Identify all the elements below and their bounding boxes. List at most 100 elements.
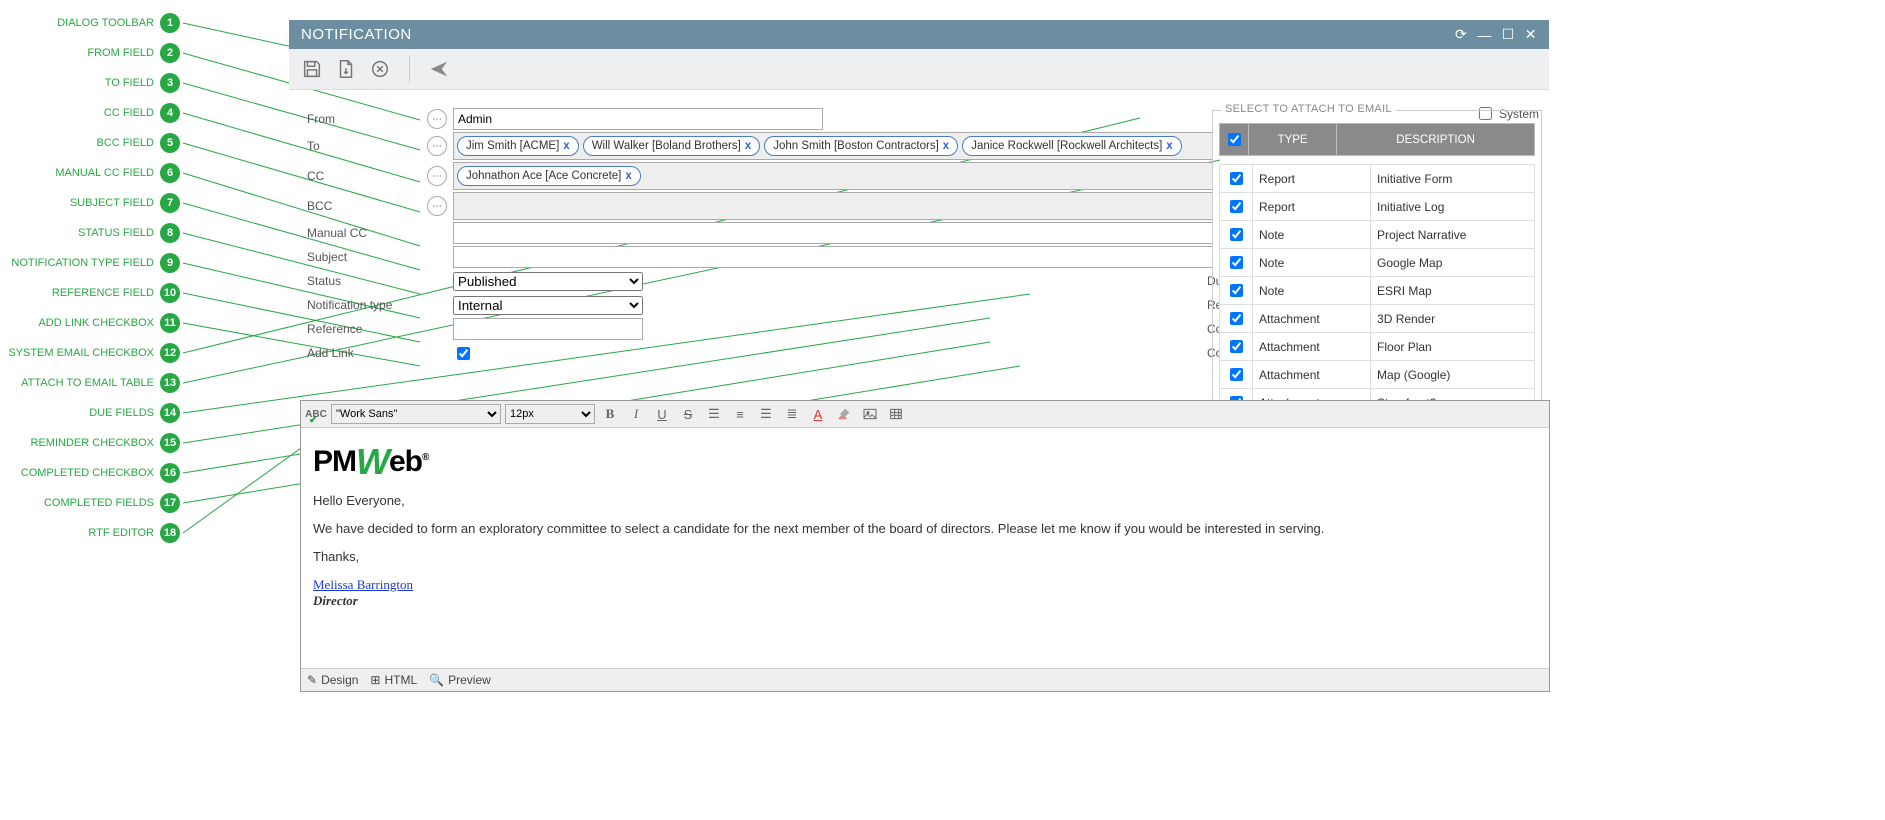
attach-row-checkbox[interactable] bbox=[1230, 340, 1243, 353]
attach-row-checkbox[interactable] bbox=[1230, 312, 1243, 325]
font-color-button[interactable]: A bbox=[807, 404, 829, 424]
align-center-button[interactable]: ≡ bbox=[729, 404, 751, 424]
table-button[interactable] bbox=[885, 404, 907, 424]
callout-badge: 1 bbox=[160, 13, 180, 33]
to-picker-button[interactable]: ⋯ bbox=[427, 136, 447, 156]
bcc-chip-well[interactable] bbox=[453, 192, 1213, 220]
attach-row-checkbox[interactable] bbox=[1230, 284, 1243, 297]
attach-row-checkbox[interactable] bbox=[1230, 172, 1243, 185]
recipient-chip[interactable]: Johnathon Ace [Ace Concrete] x bbox=[457, 166, 641, 186]
callout-2: FROM FIELD2 bbox=[0, 42, 180, 64]
attach-row[interactable]: AttachmentFloor Plan bbox=[1220, 333, 1535, 361]
cancel-button[interactable] bbox=[367, 56, 393, 82]
attach-row[interactable]: NoteProject Narrative bbox=[1220, 221, 1535, 249]
tab-design[interactable]: ✎ Design bbox=[307, 673, 358, 687]
editor-content[interactable]: PMWeb® Hello Everyone, We have decided t… bbox=[301, 428, 1549, 668]
subject-input[interactable] bbox=[453, 246, 1213, 268]
save-button[interactable] bbox=[299, 56, 325, 82]
chip-remove-icon[interactable]: x bbox=[1166, 140, 1172, 152]
attach-row[interactable]: Attachment3D Render bbox=[1220, 305, 1535, 333]
reference-input[interactable] bbox=[453, 318, 643, 340]
cc-picker-button[interactable]: ⋯ bbox=[427, 166, 447, 186]
font-select[interactable]: "Work Sans" bbox=[331, 404, 501, 424]
dialog-toolbar bbox=[289, 49, 1549, 90]
notiftype-select[interactable]: Internal bbox=[453, 296, 643, 315]
bold-button[interactable]: B bbox=[599, 404, 621, 424]
to-chip-well[interactable]: Jim Smith [ACME] xWill Walker [Boland Br… bbox=[453, 132, 1213, 160]
tab-html[interactable]: ⊞ HTML bbox=[370, 673, 417, 687]
tab-preview[interactable]: 🔍 Preview bbox=[429, 673, 491, 687]
strike-button[interactable]: S bbox=[677, 404, 699, 424]
maximize-icon[interactable]: ☐ bbox=[1502, 26, 1515, 43]
spellcheck-button[interactable]: ABC✔ bbox=[305, 404, 327, 424]
chip-remove-icon[interactable]: x bbox=[563, 140, 569, 152]
callout-badge: 13 bbox=[160, 373, 180, 393]
align-left-button[interactable]: ☰ bbox=[703, 404, 725, 424]
attach-row[interactable]: ReportInitiative Form bbox=[1220, 165, 1535, 193]
callout-badge: 14 bbox=[160, 403, 180, 423]
image-button[interactable] bbox=[859, 404, 881, 424]
callout-badge: 7 bbox=[160, 193, 180, 213]
addlink-label: Add Link bbox=[299, 342, 427, 364]
attach-row-desc: Google Map bbox=[1371, 249, 1535, 277]
callout-label: STATUS FIELD bbox=[0, 227, 160, 239]
align-right-button[interactable]: ☰ bbox=[755, 404, 777, 424]
fontsize-select[interactable]: 12px bbox=[505, 404, 595, 424]
recipient-chip[interactable]: Will Walker [Boland Brothers] x bbox=[583, 136, 761, 156]
callout-badge: 6 bbox=[160, 163, 180, 183]
export-button[interactable] bbox=[333, 56, 359, 82]
callout-badge: 8 bbox=[160, 223, 180, 243]
align-justify-button[interactable]: ≣ bbox=[781, 404, 803, 424]
italic-button[interactable]: I bbox=[625, 404, 647, 424]
attach-header-type: TYPE bbox=[1249, 124, 1337, 156]
attach-header-desc: DESCRIPTION bbox=[1337, 124, 1535, 156]
editor-toolbar: ABC✔ "Work Sans" 12px B I U S ☰ ≡ ☰ ≣ A bbox=[301, 401, 1549, 428]
attach-row-type: Report bbox=[1253, 165, 1371, 193]
from-picker-button[interactable]: ⋯ bbox=[427, 109, 447, 129]
status-label: Status bbox=[299, 270, 427, 292]
callout-13: ATTACH TO EMAIL TABLE13 bbox=[0, 372, 180, 394]
manualcc-input[interactable] bbox=[453, 222, 1213, 244]
send-button[interactable] bbox=[426, 56, 452, 82]
to-label: To bbox=[299, 135, 427, 157]
callout-badge: 11 bbox=[160, 313, 180, 333]
recipient-chip[interactable]: Jim Smith [ACME] x bbox=[457, 136, 579, 156]
refresh-icon[interactable]: ⟳ bbox=[1455, 26, 1467, 43]
recipient-chip[interactable]: John Smith [Boston Contractors] x bbox=[764, 136, 958, 156]
callout-badge: 12 bbox=[160, 343, 180, 363]
attach-row[interactable]: NoteGoogle Map bbox=[1220, 249, 1535, 277]
callout-badge: 17 bbox=[160, 493, 180, 513]
dialog-titlebar[interactable]: NOTIFICATION ⟳ — ☐ ✕ bbox=[289, 20, 1549, 49]
attach-row-type: Note bbox=[1253, 249, 1371, 277]
attach-row-checkbox[interactable] bbox=[1230, 228, 1243, 241]
signature-name[interactable]: Melissa Barrington bbox=[313, 577, 413, 592]
attach-select-all[interactable] bbox=[1228, 133, 1241, 146]
chip-remove-icon[interactable]: x bbox=[625, 170, 631, 182]
chip-remove-icon[interactable]: x bbox=[943, 140, 949, 152]
cc-chip-well[interactable]: Johnathon Ace [Ace Concrete] x bbox=[453, 162, 1213, 190]
attach-row[interactable]: AttachmentMap (Google) bbox=[1220, 361, 1535, 389]
attach-row[interactable]: NoteESRI Map bbox=[1220, 277, 1535, 305]
bcc-picker-button[interactable]: ⋯ bbox=[427, 196, 447, 216]
attach-row-checkbox[interactable] bbox=[1230, 200, 1243, 213]
close-icon[interactable]: ✕ bbox=[1525, 26, 1537, 43]
from-input[interactable] bbox=[453, 108, 823, 130]
chip-remove-icon[interactable]: x bbox=[745, 140, 751, 152]
callout-6: MANUAL CC FIELD6 bbox=[0, 162, 180, 184]
recipient-chip[interactable]: Janice Rockwell [Rockwell Architects] x bbox=[962, 136, 1182, 156]
highlight-button[interactable] bbox=[833, 404, 855, 424]
attach-row-checkbox[interactable] bbox=[1230, 256, 1243, 269]
minimize-icon[interactable]: — bbox=[1477, 27, 1492, 43]
callout-3: TO FIELD3 bbox=[0, 72, 180, 94]
callout-14: DUE FIELDS14 bbox=[0, 402, 180, 424]
from-label: From bbox=[299, 108, 427, 130]
body-greeting: Hello Everyone, bbox=[313, 493, 1537, 508]
attach-row[interactable]: ReportInitiative Log bbox=[1220, 193, 1535, 221]
underline-button[interactable]: U bbox=[651, 404, 673, 424]
attach-row-checkbox[interactable] bbox=[1230, 368, 1243, 381]
addlink-checkbox[interactable] bbox=[457, 347, 470, 360]
attach-row-desc: Initiative Form bbox=[1371, 165, 1535, 193]
status-select[interactable]: Published bbox=[453, 272, 643, 291]
callout-label: COMPLETED FIELDS bbox=[0, 497, 160, 509]
notiftype-label: Notification type bbox=[299, 294, 427, 316]
